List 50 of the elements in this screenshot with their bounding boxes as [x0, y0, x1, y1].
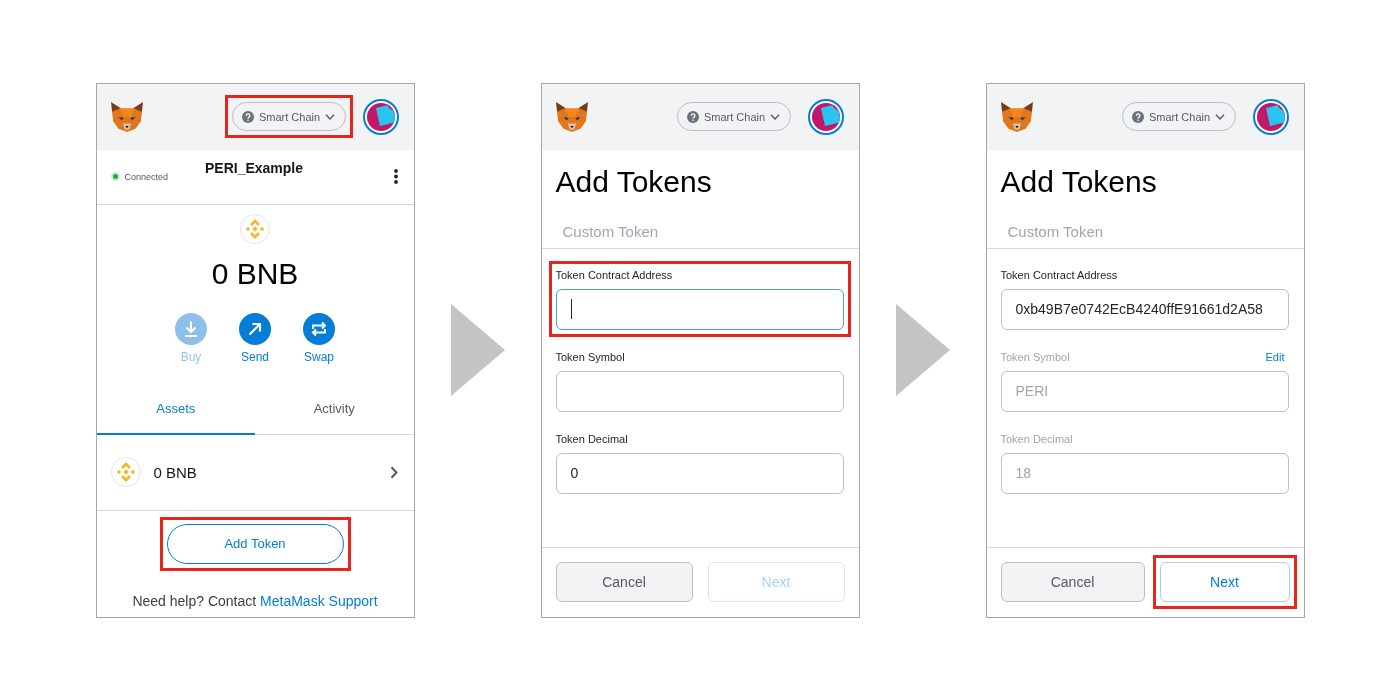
tab[interactable]: Custom Token [1007, 222, 1104, 241]
account-name: PERI_Example [204, 159, 304, 176]
arrow-icon [450, 304, 505, 396]
field-label: Token Symbol [1000, 350, 1070, 363]
action-button[interactable]: Swap [299, 312, 339, 365]
footer-button[interactable]: Cancel [1000, 561, 1145, 602]
tab[interactable]: Assets [96, 384, 255, 435]
footer-button[interactable]: Cancel [555, 561, 693, 602]
footer-button[interactable]: Next [1159, 561, 1290, 602]
kebab-menu-icon[interactable] [393, 169, 398, 184]
field-label: Token Symbol [555, 350, 625, 363]
input-field[interactable] [555, 370, 844, 412]
fox-logo-icon[interactable] [1000, 101, 1033, 132]
tab[interactable]: Activity [255, 384, 414, 435]
input-field[interactable]: 0xb49B7e0742EcB4240ffE91661d2A58 [1000, 288, 1289, 330]
support-link[interactable]: MetaMask Support [260, 592, 378, 609]
help-icon [1131, 110, 1144, 123]
text-cursor-icon [570, 299, 572, 319]
diamond-logo-icon [110, 457, 141, 487]
chevron-down-icon [770, 113, 781, 120]
add-token-button[interactable]: Add Token [166, 523, 344, 564]
avatar-icon[interactable] [362, 98, 399, 135]
field-label: Token Decimal [1000, 432, 1073, 445]
field-label: Token Decimal [555, 432, 628, 445]
chevron-down-icon [325, 113, 336, 120]
avatar-icon[interactable] [807, 98, 844, 135]
field-label: Token Contract Address [1000, 268, 1118, 281]
field-label: Token Contract Address [555, 268, 673, 281]
chevron-right-icon [389, 465, 398, 479]
fox-logo-icon[interactable] [555, 101, 588, 132]
help-icon [686, 110, 699, 123]
download-icon [175, 312, 207, 345]
help-icon [241, 110, 254, 123]
avatar-icon[interactable] [1252, 98, 1289, 135]
asset-list-item[interactable]: 0 BNB [96, 434, 414, 511]
connection-status: Connected [124, 171, 169, 182]
input-field[interactable]: 0 [555, 452, 844, 494]
input-field[interactable] [555, 288, 844, 330]
balance-amount: 0 BNB [211, 255, 299, 292]
diamond-logo-icon [240, 213, 270, 244]
help-text: Need help? Contact MetaMask Support [131, 591, 379, 611]
tab[interactable]: Custom Token [562, 222, 659, 241]
swap-arrows-icon [303, 312, 335, 345]
arrow-up-right-icon [239, 312, 271, 345]
fox-logo-icon[interactable] [110, 101, 143, 132]
page-title: Add Tokens [555, 163, 713, 200]
arrow-icon [895, 304, 950, 396]
page-title: Add Tokens [1000, 163, 1158, 200]
chevron-down-icon [1215, 113, 1226, 120]
action-button[interactable]: Send [235, 312, 275, 365]
